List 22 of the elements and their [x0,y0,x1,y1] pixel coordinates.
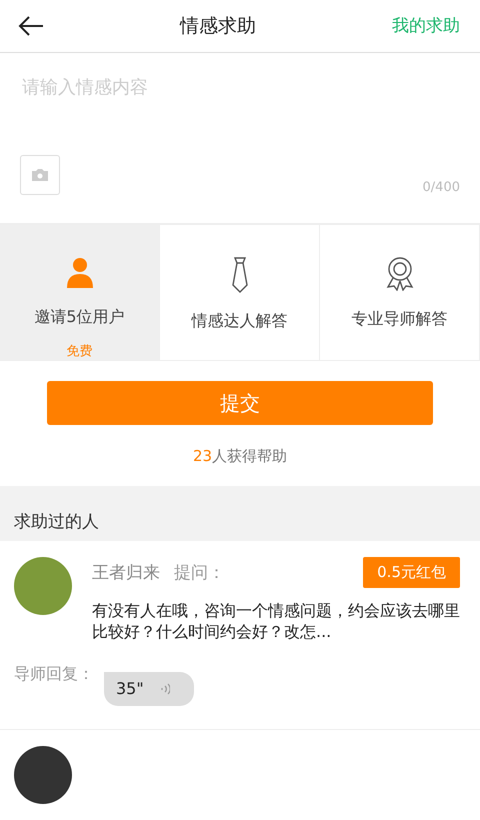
person-icon [64,256,94,289]
option-label: 邀请5位用户 [34,306,125,328]
answer-option[interactable]: 邀请5位用户 免费 [0,224,160,360]
ask-label: 提问： [174,562,225,584]
camera-icon [31,168,49,182]
back-arrow-icon [18,16,44,36]
character-counter: 0/400 [422,180,460,195]
free-note: 免费 [66,342,92,360]
page-title: 情感求助 [180,14,256,39]
award-ribbon-icon [384,256,414,291]
option-label: 情感达人解答 [192,310,288,332]
back-button[interactable] [18,16,44,36]
sound-wave-icon [160,682,170,695]
section-title: 求助过的人 [14,510,99,533]
necktie-icon [230,256,250,293]
question-text: 有没有人在哦，咨询一个情感问题，约会应该去哪里比较好？什么时间约会好？改怎... [92,600,460,642]
option-label: 专业导师解答 [352,308,448,330]
voice-message-button[interactable]: 35" [104,672,194,706]
user-name: 王者归来 [92,562,160,584]
reward-badge: 0.5元红包 [363,556,460,588]
reply-label: 导师回复： [14,664,94,685]
helped-count-text: 23人获得帮助 [192,447,288,466]
